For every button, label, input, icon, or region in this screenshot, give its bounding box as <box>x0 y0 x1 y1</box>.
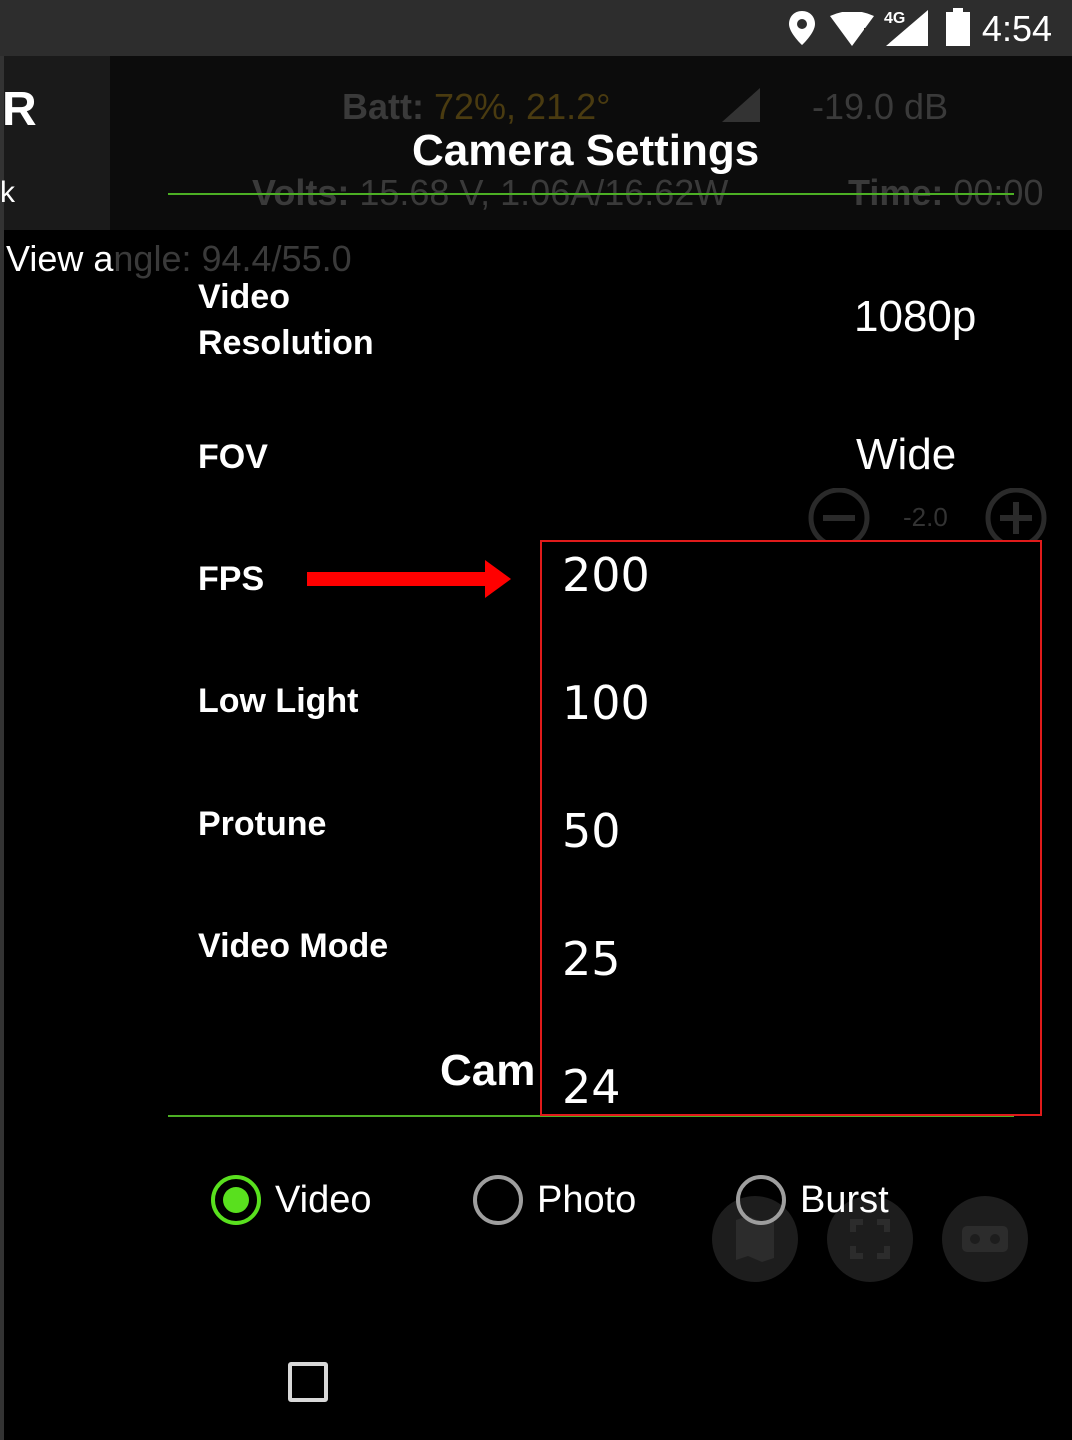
wifi-icon <box>830 12 874 46</box>
status-bar: 4G 4:54 <box>0 0 1072 56</box>
fps-option-25[interactable]: 25 <box>562 932 621 986</box>
ev-value: -2.0 <box>903 502 948 532</box>
fps-option-200[interactable]: 200 <box>562 548 650 602</box>
screen-edge <box>0 56 4 1440</box>
battery-icon <box>946 8 970 46</box>
recents-button[interactable] <box>288 1362 328 1402</box>
vr-headset-icon <box>962 1226 1008 1252</box>
section-heading-cam: Cam <box>440 1046 536 1095</box>
fps-option-50[interactable]: 50 <box>562 804 621 858</box>
mode-radio-photo[interactable]: Photo <box>473 1172 636 1228</box>
fps-option-24[interactable]: 24 <box>562 1060 621 1114</box>
clock: 4:54 <box>981 8 1052 49</box>
background-small-text: k <box>0 176 15 209</box>
label-line-1: Video <box>198 278 290 316</box>
fps-option-100[interactable]: 100 <box>562 676 650 730</box>
setting-value-video-resolution[interactable]: 1080p <box>854 292 976 342</box>
mode-radio-video[interactable]: Video <box>211 1172 372 1228</box>
batt-value: 72%, 21.2° <box>434 86 611 127</box>
background-signal-icon <box>722 88 760 122</box>
setting-label-protune: Protune <box>198 805 327 843</box>
setting-label-video-mode: Video Mode <box>198 927 389 965</box>
cell-signal-icon <box>886 10 928 46</box>
background-letter: R <box>2 83 37 136</box>
fps-dropdown-list: 200 100 50 25 24 <box>540 540 1042 1116</box>
vr-button <box>942 1196 1028 1282</box>
plus-circle-icon <box>985 488 1047 548</box>
minus-circle-icon <box>808 488 870 548</box>
mode-radio-burst[interactable]: Burst <box>736 1172 889 1228</box>
background-signal-db: -19.0 dB <box>812 86 949 127</box>
view-angle-dim: ngle: 94.4/55.0 <box>113 238 352 279</box>
setting-label-video-resolution: Video Resolution <box>198 274 374 366</box>
title-divider <box>168 193 1014 195</box>
label-line-2: Resolution <box>198 324 374 362</box>
background-batt: Batt: 72%, 21.2° <box>342 86 611 128</box>
setting-value-fov[interactable]: Wide <box>856 430 956 480</box>
location-icon <box>789 11 815 45</box>
mode-label-burst: Burst <box>800 1178 889 1221</box>
batt-label: Batt: <box>342 86 424 127</box>
setting-label-fps: FPS <box>198 560 265 598</box>
view-angle-visible: View a <box>6 238 114 279</box>
mode-label-video: Video <box>275 1178 372 1221</box>
radio-selected-icon <box>211 1175 261 1225</box>
radio-unselected-icon <box>473 1175 523 1225</box>
arrow-right-icon <box>307 560 511 598</box>
mode-label-photo: Photo <box>537 1178 637 1221</box>
setting-label-fov: FOV <box>198 438 268 476</box>
setting-label-low-light: Low Light <box>198 682 359 720</box>
radio-unselected-icon <box>736 1175 786 1225</box>
dialog-title: Camera Settings <box>412 126 760 175</box>
